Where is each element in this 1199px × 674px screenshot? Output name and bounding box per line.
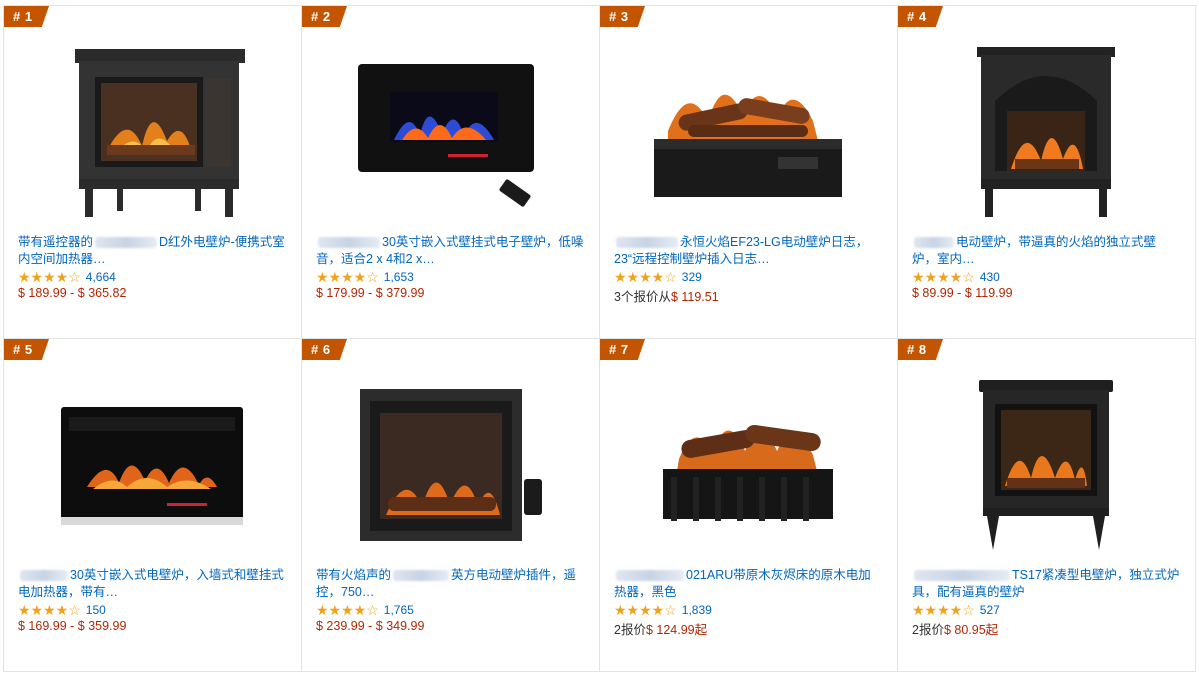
log-insert-image <box>654 94 842 197</box>
star-rating-icon: ★★★★☆ <box>316 602 379 618</box>
star-rating-icon: ★★★★☆ <box>614 269 677 285</box>
product-image[interactable] <box>910 36 1182 226</box>
star-rating-icon: ★★★★☆ <box>316 269 379 285</box>
product-card[interactable]: # 3 永恒火焰EF23-LG电动壁炉日志，23“远程控制壁炉插入日志… ★★★… <box>600 6 898 339</box>
product-card[interactable]: # 4 电动壁炉，带逼真的火焰的独立式壁炉，室内… ★★★★☆ 430 $ 89… <box>898 6 1196 339</box>
rank-badge: # 7 <box>600 339 645 360</box>
rating: ★★★★☆ 150 <box>18 602 106 618</box>
product-image[interactable] <box>612 369 884 559</box>
stove-fireplace-image <box>75 49 245 217</box>
product-title[interactable]: 30英寸嵌入式壁挂式电子壁炉，低噪音，适合2 x 4和2 x… <box>316 234 584 268</box>
price: $ 189.99 - $ 365.82 <box>18 286 127 300</box>
stove-fireplace-image <box>977 47 1115 217</box>
rank-badge: # 8 <box>898 339 943 360</box>
product-image[interactable] <box>612 36 884 226</box>
product-title[interactable]: 带有火焰声的 英方电动壁炉插件，遥控，750… <box>316 567 584 601</box>
product-image[interactable] <box>16 369 288 559</box>
product-title[interactable]: TS17紧凑型电壁炉，独立式炉具，配有逼真的壁炉 <box>912 567 1180 601</box>
review-count-link[interactable]: 1,765 <box>384 603 414 617</box>
price: $ 89.99 - $ 119.99 <box>912 286 1013 300</box>
product-title[interactable]: 021ARU带原木灰烬床的原木电加热器，黑色 <box>614 567 882 601</box>
product-card[interactable]: # 8 TS17紧凑型电壁炉，独立式炉具，配有逼真的壁炉 ★★★★☆ 527 2… <box>898 339 1196 672</box>
star-rating-icon: ★★★★☆ <box>18 602 81 618</box>
star-rating-icon: ★★★★☆ <box>614 602 677 618</box>
product-title[interactable]: 带有遥控器的 D红外电壁炉-便携式室内空间加热器… <box>18 234 286 268</box>
star-rating-icon: ★★★★☆ <box>18 269 81 285</box>
product-card[interactable]: # 1 带有遥控器的 D红外电壁炉-便携式室内空间加热器… ★★★★☆ 4,66… <box>4 6 302 339</box>
product-card[interactable]: # 6 带有火焰声的 英方电动壁炉插件，遥控，750… ★★★★☆ 1,765 $… <box>302 339 600 672</box>
offer-price: 3个报价从$ 119.51 <box>614 290 719 304</box>
price: $ 169.99 - $ 359.99 <box>18 619 127 633</box>
review-count-link[interactable]: 329 <box>682 270 702 284</box>
log-insert-image <box>663 424 833 521</box>
review-count-link[interactable]: 4,664 <box>86 270 116 284</box>
rating: ★★★★☆ 430 <box>912 269 1000 285</box>
product-title[interactable]: 永恒火焰EF23-LG电动壁炉日志，23“远程控制壁炉插入日志… <box>614 234 882 268</box>
product-card[interactable]: # 7 021ARU带原木灰烬床的原木电加热器，黑色 ★★★★☆ 1,839 2… <box>600 339 898 672</box>
star-rating-icon: ★★★★☆ <box>912 269 975 285</box>
rank-badge: # 5 <box>4 339 49 360</box>
price: $ 239.99 - $ 349.99 <box>316 619 425 633</box>
product-image[interactable] <box>314 36 586 226</box>
offer-price: 2报价$ 80.95起 <box>912 623 999 637</box>
wall-fireplace-image <box>61 407 243 525</box>
review-count-link[interactable]: 1,839 <box>682 603 712 617</box>
rank-badge: # 2 <box>302 6 347 27</box>
review-count-link[interactable]: 1,653 <box>384 270 414 284</box>
product-grid: # 1 带有遥控器的 D红外电壁炉-便携式室内空间加热器… ★★★★☆ 4,66… <box>3 5 1197 672</box>
product-image[interactable] <box>16 36 288 226</box>
rank-badge: # 6 <box>302 339 347 360</box>
rating: ★★★★☆ 1,765 <box>316 602 414 618</box>
price: $ 179.99 - $ 379.99 <box>316 286 425 300</box>
product-title[interactable]: 30英寸嵌入式电壁炉，入墙式和壁挂式电加热器，带有… <box>18 567 286 601</box>
stove-fireplace-image <box>979 380 1113 550</box>
review-count-link[interactable]: 430 <box>980 270 1000 284</box>
product-card[interactable]: # 5 30英寸嵌入式电壁炉，入墙式和壁挂式电加热器，带有… ★★★★☆ 150… <box>4 339 302 672</box>
product-card[interactable]: # 2 30英寸嵌入式壁挂式电子壁炉，低噪音，适合2 x 4和2 x… ★★★★… <box>302 6 600 339</box>
rank-badge: # 1 <box>4 6 49 27</box>
review-count-link[interactable]: 527 <box>980 603 1000 617</box>
rating: ★★★★☆ 1,653 <box>316 269 414 285</box>
fireplace-insert-image <box>360 389 542 541</box>
rank-badge: # 4 <box>898 6 943 27</box>
product-image[interactable] <box>910 369 1182 559</box>
product-image[interactable] <box>314 369 586 559</box>
rank-badge: # 3 <box>600 6 645 27</box>
offer-price: 2报价$ 124.99起 <box>614 623 708 637</box>
star-rating-icon: ★★★★☆ <box>912 602 975 618</box>
rating: ★★★★☆ 527 <box>912 602 1000 618</box>
rating: ★★★★☆ 4,664 <box>18 269 116 285</box>
wall-fireplace-image <box>358 64 534 207</box>
rating: ★★★★☆ 329 <box>614 269 702 285</box>
rating: ★★★★☆ 1,839 <box>614 602 712 618</box>
product-title[interactable]: 电动壁炉，带逼真的火焰的独立式壁炉，室内… <box>912 234 1180 268</box>
review-count-link[interactable]: 150 <box>86 603 106 617</box>
